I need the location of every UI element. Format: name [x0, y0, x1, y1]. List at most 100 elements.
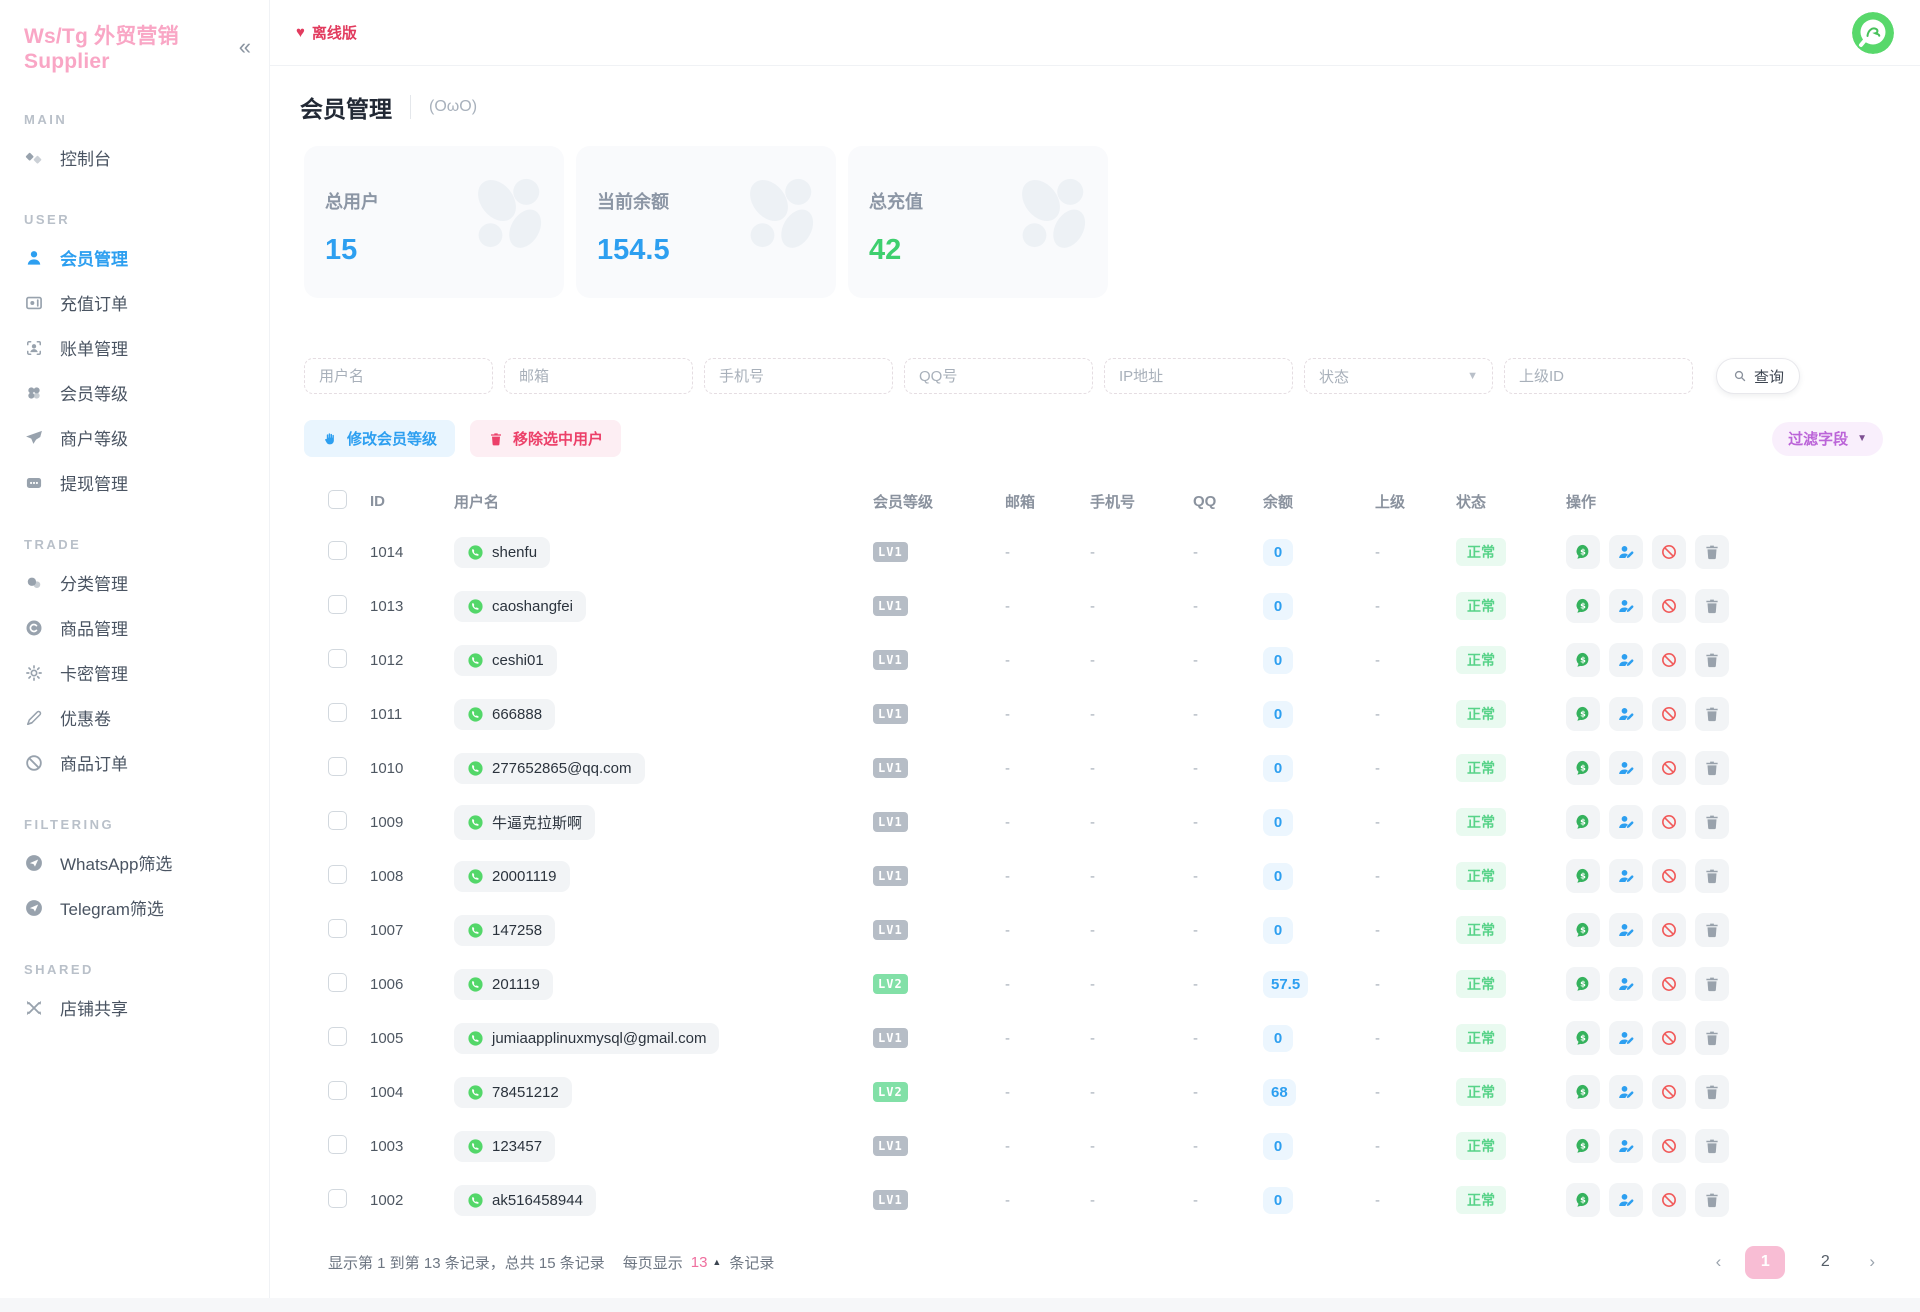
row-action-message-money-button[interactable]	[1566, 589, 1600, 623]
row-action-delete-user-button[interactable]	[1695, 805, 1729, 839]
status-select[interactable]: 状态 ▼	[1304, 358, 1493, 394]
row-action-message-money-button[interactable]	[1566, 751, 1600, 785]
row-action-edit-user-button[interactable]	[1609, 1021, 1643, 1055]
row-checkbox[interactable]	[328, 541, 347, 560]
row-checkbox[interactable]	[328, 649, 347, 668]
per-page-dropdown[interactable]: 13 ▲	[691, 1254, 722, 1271]
avatar[interactable]	[1852, 12, 1894, 54]
row-action-delete-user-button[interactable]	[1695, 535, 1729, 569]
row-action-edit-user-button[interactable]	[1609, 913, 1643, 947]
sidebar-collapse-icon[interactable]: «	[239, 36, 251, 58]
sidebar-item-coupons[interactable]: 优惠卷	[0, 695, 269, 740]
row-checkbox[interactable]	[328, 1189, 347, 1208]
sidebar-item-whatsapp-filter[interactable]: WhatsApp筛选	[0, 840, 269, 885]
row-action-message-money-button[interactable]	[1566, 1183, 1600, 1217]
row-action-delete-user-button[interactable]	[1695, 967, 1729, 1001]
row-action-delete-user-button[interactable]	[1695, 643, 1729, 677]
row-action-edit-user-button[interactable]	[1609, 967, 1643, 1001]
edit-member-level-button[interactable]: 修改会员等级	[304, 420, 455, 457]
sidebar-item-withdraw-management[interactable]: 提现管理	[0, 460, 269, 505]
row-checkbox[interactable]	[328, 865, 347, 884]
row-action-edit-user-button[interactable]	[1609, 643, 1643, 677]
row-checkbox[interactable]	[328, 1135, 347, 1154]
row-action-delete-user-button[interactable]	[1695, 697, 1729, 731]
row-action-ban-user-button[interactable]	[1652, 1183, 1686, 1217]
row-action-edit-user-button[interactable]	[1609, 805, 1643, 839]
row-action-delete-user-button[interactable]	[1695, 589, 1729, 623]
search-button[interactable]: 查询	[1716, 358, 1800, 394]
row-action-ban-user-button[interactable]	[1652, 751, 1686, 785]
row-action-ban-user-button[interactable]	[1652, 697, 1686, 731]
row-action-edit-user-button[interactable]	[1609, 859, 1643, 893]
sidebar-item-bill-management[interactable]: 账单管理	[0, 325, 269, 370]
page-button-1[interactable]: 1	[1745, 1246, 1785, 1279]
row-action-delete-user-button[interactable]	[1695, 859, 1729, 893]
next-page-button[interactable]: ›	[1865, 1252, 1879, 1272]
sidebar-item-product-management[interactable]: 商品管理	[0, 605, 269, 650]
row-action-edit-user-button[interactable]	[1609, 1129, 1643, 1163]
row-checkbox[interactable]	[328, 703, 347, 722]
row-action-message-money-button[interactable]	[1566, 1075, 1600, 1109]
row-action-edit-user-button[interactable]	[1609, 535, 1643, 569]
row-action-ban-user-button[interactable]	[1652, 967, 1686, 1001]
row-action-message-money-button[interactable]	[1566, 643, 1600, 677]
row-action-ban-user-button[interactable]	[1652, 589, 1686, 623]
sidebar-item-shop-share[interactable]: 店铺共享	[0, 985, 269, 1030]
row-action-edit-user-button[interactable]	[1609, 751, 1643, 785]
row-action-ban-user-button[interactable]	[1652, 913, 1686, 947]
row-action-message-money-button[interactable]	[1566, 859, 1600, 893]
offline-version-badge[interactable]: ♥ 离线版	[296, 22, 357, 43]
row-action-ban-user-button[interactable]	[1652, 1075, 1686, 1109]
filter-qq-input[interactable]	[904, 358, 1093, 394]
sidebar-item-dashboard[interactable]: 控制台	[0, 135, 269, 180]
filter-fields-button[interactable]: 过滤字段 ▼	[1772, 422, 1883, 456]
row-action-delete-user-button[interactable]	[1695, 913, 1729, 947]
sidebar-item-member-levels[interactable]: 会员等级	[0, 370, 269, 415]
row-action-delete-user-button[interactable]	[1695, 1183, 1729, 1217]
row-action-delete-user-button[interactable]	[1695, 1129, 1729, 1163]
row-action-ban-user-button[interactable]	[1652, 805, 1686, 839]
row-checkbox[interactable]	[328, 1081, 347, 1100]
row-action-edit-user-button[interactable]	[1609, 589, 1643, 623]
row-checkbox[interactable]	[328, 811, 347, 830]
row-action-message-money-button[interactable]	[1566, 967, 1600, 1001]
sidebar-item-telegram-filter[interactable]: Telegram筛选	[0, 885, 269, 930]
page-button-2[interactable]: 2	[1805, 1246, 1845, 1279]
row-action-ban-user-button[interactable]	[1652, 1129, 1686, 1163]
row-action-delete-user-button[interactable]	[1695, 1021, 1729, 1055]
row-action-ban-user-button[interactable]	[1652, 859, 1686, 893]
filter-phone-input[interactable]	[704, 358, 893, 394]
row-action-delete-user-button[interactable]	[1695, 1075, 1729, 1109]
row-action-edit-user-button[interactable]	[1609, 697, 1643, 731]
row-action-message-money-button[interactable]	[1566, 697, 1600, 731]
row-action-message-money-button[interactable]	[1566, 535, 1600, 569]
filter-email-input[interactable]	[504, 358, 693, 394]
sidebar-item-recharge-orders[interactable]: 充值订单	[0, 280, 269, 325]
row-action-delete-user-button[interactable]	[1695, 751, 1729, 785]
select-all-checkbox[interactable]	[328, 490, 347, 509]
sidebar-item-merchant-levels[interactable]: 商户等级	[0, 415, 269, 460]
row-checkbox[interactable]	[328, 757, 347, 776]
remove-selected-users-button[interactable]: 移除选中用户	[470, 420, 621, 457]
filter-parent-id-input[interactable]	[1504, 358, 1693, 394]
row-action-ban-user-button[interactable]	[1652, 643, 1686, 677]
row-action-ban-user-button[interactable]	[1652, 535, 1686, 569]
row-action-edit-user-button[interactable]	[1609, 1075, 1643, 1109]
row-checkbox[interactable]	[328, 595, 347, 614]
prev-page-button[interactable]: ‹	[1712, 1252, 1726, 1272]
row-action-edit-user-button[interactable]	[1609, 1183, 1643, 1217]
row-action-message-money-button[interactable]	[1566, 1021, 1600, 1055]
row-action-message-money-button[interactable]	[1566, 805, 1600, 839]
filter-username-input[interactable]	[304, 358, 493, 394]
sidebar-item-member-management[interactable]: 会员管理	[0, 235, 269, 280]
sidebar-item-product-orders[interactable]: 商品订单	[0, 740, 269, 785]
sidebar-item-card-key-management[interactable]: 卡密管理	[0, 650, 269, 695]
sidebar-item-category-management[interactable]: 分类管理	[0, 560, 269, 605]
row-checkbox[interactable]	[328, 973, 347, 992]
row-action-message-money-button[interactable]	[1566, 1129, 1600, 1163]
row-action-ban-user-button[interactable]	[1652, 1021, 1686, 1055]
filter-ip-input[interactable]	[1104, 358, 1293, 394]
row-checkbox[interactable]	[328, 1027, 347, 1046]
row-checkbox[interactable]	[328, 919, 347, 938]
row-action-message-money-button[interactable]	[1566, 913, 1600, 947]
